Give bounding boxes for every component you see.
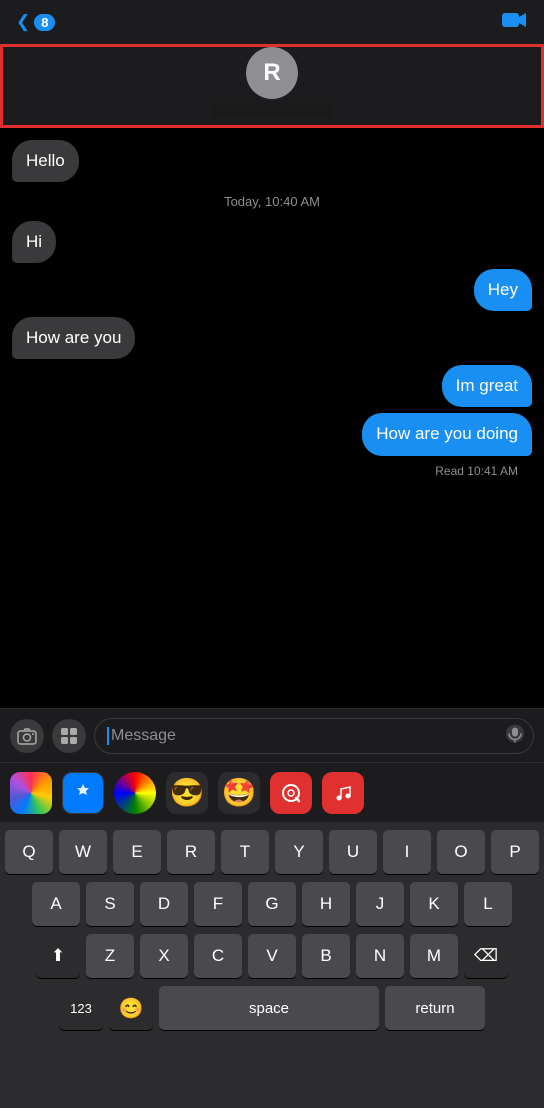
bubble-outgoing: Hey	[474, 269, 532, 311]
message-row: Hello	[12, 140, 532, 182]
chevron-left-icon: ❮	[16, 12, 30, 32]
emoji-key[interactable]: 😊	[109, 986, 153, 1030]
contact-name	[212, 103, 332, 117]
avatar: R	[246, 47, 298, 99]
key-r[interactable]: R	[167, 830, 215, 874]
timestamp: Today, 10:40 AM	[12, 194, 532, 209]
numbers-key[interactable]: 123	[59, 986, 103, 1030]
key-b[interactable]: B	[302, 934, 350, 978]
key-y[interactable]: Y	[275, 830, 323, 874]
message-row: How are you doing	[12, 413, 532, 455]
keyboard[interactable]: Q W E R T Y U I O P A S D F G H J K L ⬆ …	[0, 822, 544, 1108]
input-bar: Message	[0, 708, 544, 762]
message-input[interactable]: Message	[94, 718, 534, 754]
conversation-header[interactable]: R	[0, 44, 544, 128]
keyboard-row-1: Q W E R T Y U I O P	[3, 830, 541, 874]
shelf-sticker-icon[interactable]: 🤩	[218, 772, 260, 814]
message-row: Hi	[12, 221, 532, 263]
key-v[interactable]: V	[248, 934, 296, 978]
key-j[interactable]: J	[356, 882, 404, 926]
key-f[interactable]: F	[194, 882, 242, 926]
bubble-incoming: Hello	[12, 140, 79, 182]
key-e[interactable]: E	[113, 830, 161, 874]
key-s[interactable]: S	[86, 882, 134, 926]
key-i[interactable]: I	[383, 830, 431, 874]
shelf-photos-icon[interactable]	[10, 772, 52, 814]
key-o[interactable]: O	[437, 830, 485, 874]
keyboard-row-4: 123 😊 space return	[3, 986, 541, 1030]
shelf-music-icon[interactable]	[322, 772, 364, 814]
delete-key[interactable]: ⌫	[464, 934, 508, 978]
key-n[interactable]: N	[356, 934, 404, 978]
back-badge[interactable]: 8	[34, 14, 55, 31]
key-z[interactable]: Z	[86, 934, 134, 978]
messages-area: Hello Today, 10:40 AM Hi Hey How are you…	[0, 128, 544, 708]
key-q[interactable]: Q	[5, 830, 53, 874]
message-placeholder: Message	[111, 727, 176, 745]
message-input-wrapper[interactable]: Message	[94, 718, 534, 754]
bubble-incoming: How are you	[12, 317, 135, 359]
read-receipt: Read 10:41 AM	[12, 464, 532, 478]
key-a[interactable]: A	[32, 882, 80, 926]
key-h[interactable]: H	[302, 882, 350, 926]
key-k[interactable]: K	[410, 882, 458, 926]
message-row: How are you	[12, 317, 532, 359]
key-u[interactable]: U	[329, 830, 377, 874]
return-key[interactable]: return	[385, 986, 485, 1030]
key-d[interactable]: D	[140, 882, 188, 926]
key-g[interactable]: G	[248, 882, 296, 926]
key-w[interactable]: W	[59, 830, 107, 874]
app-button[interactable]	[52, 719, 86, 753]
status-bar: ❮ 8	[0, 0, 544, 44]
video-call-button[interactable]	[502, 9, 528, 35]
key-c[interactable]: C	[194, 934, 242, 978]
key-x[interactable]: X	[140, 934, 188, 978]
shelf-compass-icon[interactable]	[114, 772, 156, 814]
shelf-globe-icon[interactable]	[270, 772, 312, 814]
shift-key[interactable]: ⬆	[36, 934, 80, 978]
key-t[interactable]: T	[221, 830, 269, 874]
app-shelf: 😎 🤩	[0, 762, 544, 822]
text-cursor	[107, 727, 109, 745]
bubble-outgoing: Im great	[442, 365, 532, 407]
audio-icon[interactable]	[504, 722, 526, 749]
key-l[interactable]: L	[464, 882, 512, 926]
keyboard-row-2: A S D F G H J K L	[3, 882, 541, 926]
message-row: Im great	[12, 365, 532, 407]
bubble-outgoing: How are you doing	[362, 413, 532, 455]
bubble-incoming: Hi	[12, 221, 56, 263]
key-p[interactable]: P	[491, 830, 539, 874]
back-button[interactable]: ❮ 8	[16, 12, 55, 32]
key-m[interactable]: M	[410, 934, 458, 978]
shelf-memoji-icon[interactable]: 😎	[166, 772, 208, 814]
space-key[interactable]: space	[159, 986, 379, 1030]
keyboard-row-3: ⬆ Z X C V B N M ⌫	[3, 934, 541, 978]
shelf-appstore-icon[interactable]	[62, 772, 104, 814]
message-row: Hey	[12, 269, 532, 311]
camera-button[interactable]	[10, 719, 44, 753]
